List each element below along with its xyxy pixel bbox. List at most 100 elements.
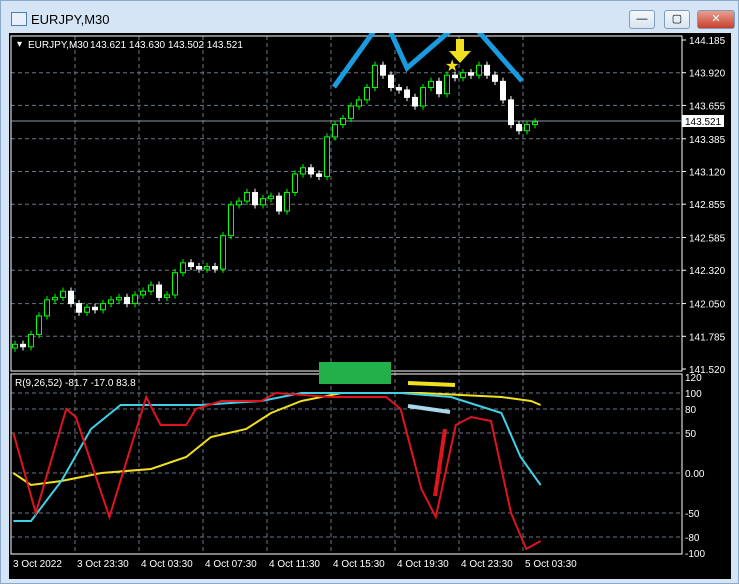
candle xyxy=(532,121,538,126)
candle xyxy=(420,87,426,107)
candle xyxy=(180,262,186,274)
candle xyxy=(428,80,434,89)
candle xyxy=(372,64,378,89)
candle xyxy=(316,173,322,177)
close-button[interactable]: ✕ xyxy=(697,10,735,29)
candle xyxy=(388,74,394,89)
candle xyxy=(524,124,530,132)
indicator-tick: 100 xyxy=(685,389,702,400)
indicator-label: R(9,26,52) -81.7 -17.0 83.8 xyxy=(15,378,136,389)
candle xyxy=(36,315,42,335)
candle xyxy=(356,99,362,107)
symbol-menu-icon[interactable]: ▾ xyxy=(17,39,22,50)
candle xyxy=(380,64,386,76)
price-tick: 142.585 xyxy=(689,234,726,245)
candle xyxy=(140,290,146,296)
candle xyxy=(212,266,218,270)
candle xyxy=(164,294,170,298)
candle xyxy=(220,235,226,270)
window-title: EURJPY,M30 xyxy=(31,12,110,27)
candle xyxy=(508,99,514,126)
candle xyxy=(492,74,498,82)
candle xyxy=(468,72,474,76)
star-icon: ★ xyxy=(445,58,459,75)
candle xyxy=(324,136,330,177)
candle xyxy=(452,74,458,79)
time-tick: 4 Oct 11:30 xyxy=(269,559,320,570)
price-tick: 141.785 xyxy=(689,332,726,343)
time-tick: 4 Oct 19:30 xyxy=(397,559,449,570)
chart-canvas[interactable]: ★ ▾ EURJPY,M30 143.621 143.630 143.502 1… xyxy=(9,12,731,579)
candle xyxy=(236,200,242,206)
candle xyxy=(204,266,210,270)
candle xyxy=(500,80,506,101)
indicator-tick: -100 xyxy=(685,549,705,560)
current-price: 143.521 xyxy=(685,117,722,128)
candle xyxy=(484,64,490,76)
price-tick: 144.185 xyxy=(689,36,726,47)
candle xyxy=(20,343,26,348)
price-tick: 142.855 xyxy=(689,200,726,211)
time-tick: 3 Oct 23:30 xyxy=(77,559,129,570)
price-tick: 143.920 xyxy=(689,69,726,80)
price-tick: 143.385 xyxy=(689,135,726,146)
maximize-button[interactable]: ▢ xyxy=(664,10,690,29)
time-tick: 4 Oct 03:30 xyxy=(141,559,193,570)
price-tick: 142.320 xyxy=(689,266,726,277)
candle xyxy=(340,117,346,126)
candle xyxy=(284,191,290,212)
candle xyxy=(44,299,50,317)
candle xyxy=(52,296,58,301)
candle xyxy=(68,290,74,305)
chart-window-icon xyxy=(11,12,27,26)
time-tick: 4 Oct 07:30 xyxy=(205,559,257,570)
candle xyxy=(172,272,178,296)
candle xyxy=(60,290,66,298)
candle xyxy=(364,87,370,101)
indicator-tick: 80 xyxy=(685,405,697,416)
candle xyxy=(100,303,106,311)
candle xyxy=(92,306,98,311)
main-pane-border xyxy=(10,35,683,372)
symbol-label: EURJPY,M30 xyxy=(28,40,89,51)
candle xyxy=(412,96,418,107)
indicator-tick: 50 xyxy=(685,429,697,440)
candle xyxy=(132,294,138,305)
candle xyxy=(276,195,282,212)
candle xyxy=(396,87,402,91)
indicator-pane-border xyxy=(10,373,683,555)
candle xyxy=(436,80,442,95)
candle xyxy=(156,284,162,298)
candle xyxy=(308,167,314,175)
time-tick: 3 Oct 2022 xyxy=(13,559,62,570)
candle xyxy=(332,124,338,138)
chart-area[interactable]: ★ ▾ EURJPY,M30 143.621 143.630 143.502 1… xyxy=(9,12,731,579)
candle xyxy=(476,64,482,76)
minimize-button[interactable]: — xyxy=(629,10,655,29)
indicator-tick: 0.00 xyxy=(685,469,705,480)
candle xyxy=(116,296,122,301)
candle xyxy=(244,191,250,202)
candle xyxy=(260,198,266,206)
candle xyxy=(268,195,274,200)
candle xyxy=(124,296,130,305)
title-bar: EURJPY,M30 — ▢ ✕ xyxy=(1,1,738,33)
time-tick: 5 Oct 03:30 xyxy=(525,559,577,570)
green-highlight-box xyxy=(319,362,391,384)
candle xyxy=(348,105,354,119)
cyan-indicator-line xyxy=(13,392,542,522)
candle xyxy=(28,333,34,348)
red-indicator-line xyxy=(12,391,542,551)
indicator-tick: -80 xyxy=(685,533,700,544)
light-blue-mark xyxy=(407,404,451,414)
time-tick: 4 Oct 23:30 xyxy=(461,559,513,570)
indicator-tick: 120 xyxy=(685,373,702,384)
chart-window: EURJPY,M30 — ▢ ✕ ★ ▾ EURJPY,M30 143.621 … xyxy=(0,0,739,584)
candle xyxy=(300,167,306,175)
price-tick: 143.655 xyxy=(689,101,726,112)
candle xyxy=(148,284,154,292)
time-tick: 4 Oct 15:30 xyxy=(333,559,385,570)
candle xyxy=(84,306,90,313)
candle xyxy=(76,303,82,313)
candle xyxy=(108,299,114,305)
